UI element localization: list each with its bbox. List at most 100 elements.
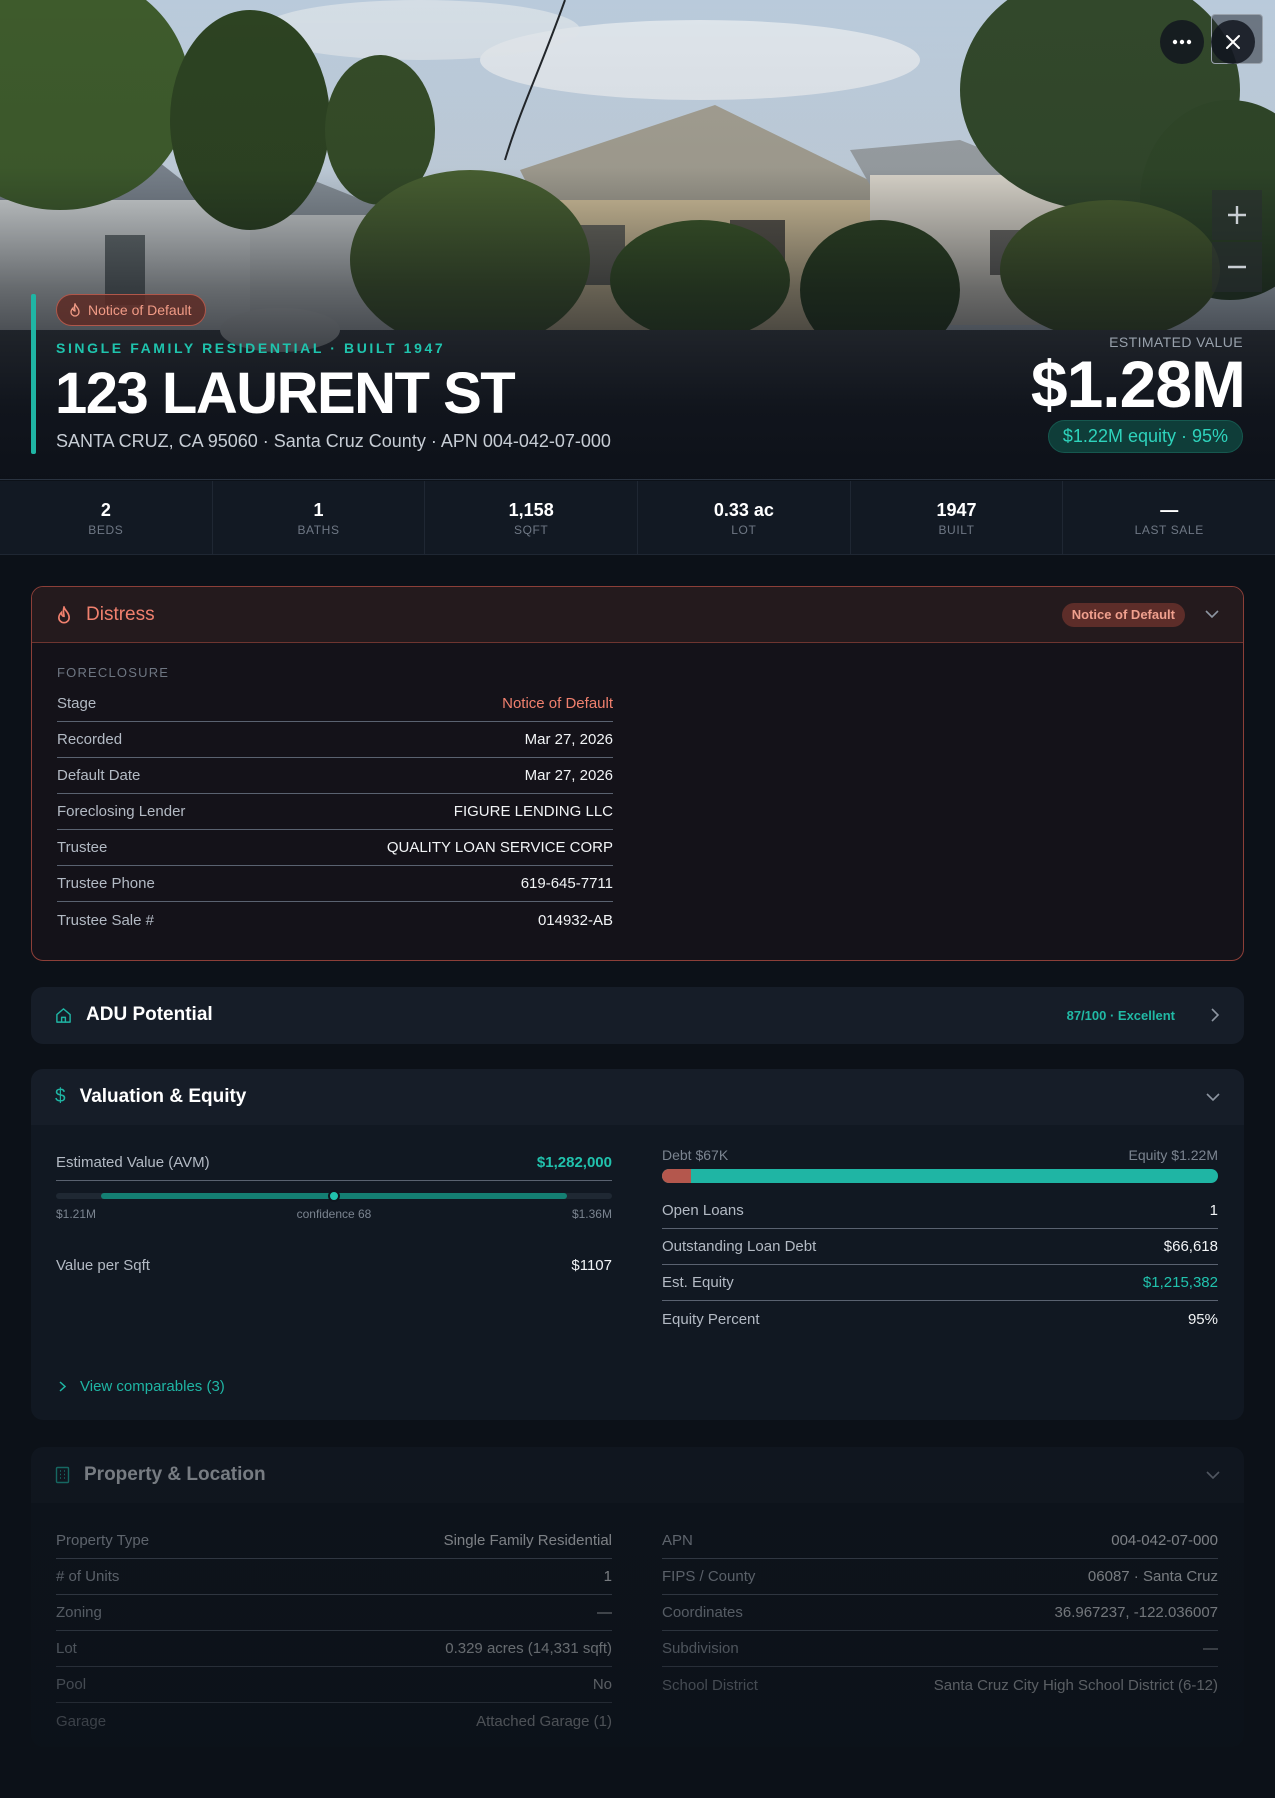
row-key: # of Units — [56, 1568, 120, 1585]
table-row: Trustee Sale # 014932-AB — [57, 902, 613, 938]
debt-segment — [662, 1169, 691, 1183]
row-value: $1,215,382 — [1142, 1274, 1218, 1291]
row-value: Single Family Residential — [443, 1532, 612, 1549]
property-address: SANTA CRUZ, CA 95060 · Santa Cruz County… — [56, 431, 611, 451]
stat-sqft: 1,158 SQFT — [425, 481, 639, 554]
table-row: Stage Notice of Default — [57, 686, 613, 722]
table-row: APN 004-042-07-000 — [662, 1523, 1218, 1559]
row-value: 1 — [1209, 1202, 1218, 1219]
row-value: QUALITY LOAN SERVICE CORP — [386, 839, 613, 856]
row-key: Coordinates — [662, 1604, 743, 1621]
badge-label: Notice of Default — [88, 302, 192, 318]
row-value: — — [1203, 1640, 1218, 1657]
equity-pill: $1.22M equity · 95% — [1047, 420, 1243, 453]
row-value: Attached Garage (1) — [476, 1712, 612, 1730]
more-options-button[interactable] — [1160, 20, 1204, 64]
stat-built: 1947 BUILT — [851, 481, 1064, 554]
property-header[interactable]: Property & Location — [31, 1447, 1244, 1503]
stat-beds: 2 BEDS — [0, 481, 213, 554]
valuation-header[interactable]: $ Valuation & Equity — [31, 1069, 1244, 1125]
table-row: Property Type Single Family Residential — [56, 1523, 612, 1559]
row-key: Property Type — [56, 1532, 150, 1549]
avm-marker — [328, 1190, 340, 1202]
chevron-down-icon[interactable] — [1206, 1470, 1220, 1480]
table-row: Garage Attached Garage (1) — [56, 1703, 612, 1739]
adu-header[interactable]: ADU Potential 87/100 · Excellent — [31, 987, 1244, 1043]
stat-value: 1,158 — [508, 499, 554, 520]
home-icon — [56, 1007, 71, 1023]
row-value: Notice of Default — [502, 695, 613, 712]
table-row: Trustee Phone 619-645-7711 — [57, 866, 613, 902]
stat-label: LAST SALE — [1134, 522, 1204, 537]
stat-last-sale: — LAST SALE — [1063, 481, 1275, 554]
row-key: Lot — [56, 1640, 77, 1657]
row-key: Stage — [57, 695, 97, 712]
avm-value: $1,282,000 — [536, 1154, 612, 1171]
row-key: Foreclosing Lender — [57, 803, 186, 820]
row-key: Pool — [56, 1676, 87, 1693]
row-key: Equity Percent — [662, 1310, 760, 1328]
flame-icon — [70, 303, 80, 317]
view-comparables-link[interactable]: View comparables (3) — [59, 1378, 225, 1395]
row-value: Mar 27, 2026 — [524, 767, 613, 784]
stat-value: 1947 — [936, 499, 977, 520]
avm-row: Estimated Value (AVM) $1,282,000 — [56, 1145, 612, 1181]
row-value: 1 — [603, 1568, 612, 1585]
property-right-table: APN 004-042-07-000 FIPS / County 06087 · S… — [662, 1523, 1218, 1703]
property-title: 123 LAURENT ST — [55, 361, 516, 426]
row-key: FIPS / County — [662, 1568, 756, 1585]
hero-photo: Notice of Default SINGLE FAMILY RESIDENT… — [0, 0, 1275, 480]
valuation-card: $ Valuation & Equity Estimated Value (AV… — [31, 1069, 1244, 1420]
row-key: Open Loans — [662, 1202, 744, 1219]
zoom-controls — [1212, 190, 1262, 292]
comparables-label: View comparables (3) — [80, 1378, 225, 1395]
adu-title: ADU Potential — [86, 1004, 213, 1025]
stats-bar: 2 BEDS 1 BATHS 1,158 SQFT 0.33 ac LOT 19… — [0, 481, 1275, 555]
distress-card: Distress Notice of Default FORECLOSURE S… — [31, 586, 1244, 961]
table-row: Open Loans 1 — [662, 1193, 1218, 1229]
row-key: Est. Equity — [662, 1274, 734, 1291]
row-key: Zoning — [56, 1604, 102, 1621]
table-row: Zoning — — [56, 1595, 612, 1631]
loan-table: Open Loans 1 Outstanding Loan Debt $66,618… — [662, 1193, 1218, 1337]
hero-accent-bar — [31, 294, 36, 454]
zoom-out-button[interactable] — [1212, 242, 1262, 292]
avm-label: Estimated Value (AVM) — [56, 1154, 210, 1171]
stat-lot: 0.33 ac LOT — [638, 481, 851, 554]
avm-range — [56, 1185, 612, 1215]
stat-value: 1 — [313, 499, 324, 520]
row-key: Value per Sqft — [56, 1256, 150, 1274]
chevron-down-icon[interactable] — [1206, 1092, 1220, 1102]
building-icon — [55, 1466, 70, 1484]
property-left-table: Property Type Single Family Residential #… — [56, 1523, 612, 1739]
adu-card[interactable]: ADU Potential 87/100 · Excellent — [31, 987, 1244, 1044]
distress-header[interactable]: Distress Notice of Default — [32, 587, 1243, 643]
row-value: — — [597, 1604, 612, 1621]
row-key: Garage — [56, 1712, 107, 1730]
stat-label: BATHS — [297, 522, 340, 537]
debt-equity-labels: Debt $67K Equity $1.22M — [662, 1147, 1218, 1163]
row-value: 014932-AB — [537, 911, 613, 929]
zoom-in-button[interactable] — [1212, 190, 1262, 240]
table-row: School District Santa Cruz City High Scho… — [662, 1667, 1218, 1703]
chevron-right-icon — [1211, 1008, 1220, 1022]
property-title: Property & Location — [84, 1464, 266, 1485]
value-per-sqft-row: Value per Sqft $1107 — [56, 1247, 612, 1283]
notice-of-default-badge: Notice of Default — [56, 294, 206, 326]
close-button[interactable] — [1211, 20, 1255, 64]
property-location-card: Property & Location Property Type Single … — [31, 1447, 1244, 1747]
row-key: Trustee Phone — [57, 875, 155, 892]
row-value: $66,618 — [1163, 1238, 1218, 1255]
row-key: Subdivision — [662, 1640, 739, 1657]
row-value: 004-042-07-000 — [1111, 1532, 1218, 1549]
adu-score: 87/100 · Excellent — [1066, 1007, 1175, 1023]
table-row: Equity Percent 95% — [662, 1301, 1218, 1337]
row-value: 619-645-7711 — [520, 875, 613, 892]
table-row: Pool No — [56, 1667, 612, 1703]
stat-label: LOT — [731, 522, 757, 537]
row-key: APN — [662, 1532, 693, 1549]
stat-value: — — [1160, 499, 1179, 520]
chevron-down-icon[interactable] — [1205, 610, 1219, 619]
row-value: No — [592, 1676, 612, 1693]
close-icon — [1226, 35, 1240, 49]
